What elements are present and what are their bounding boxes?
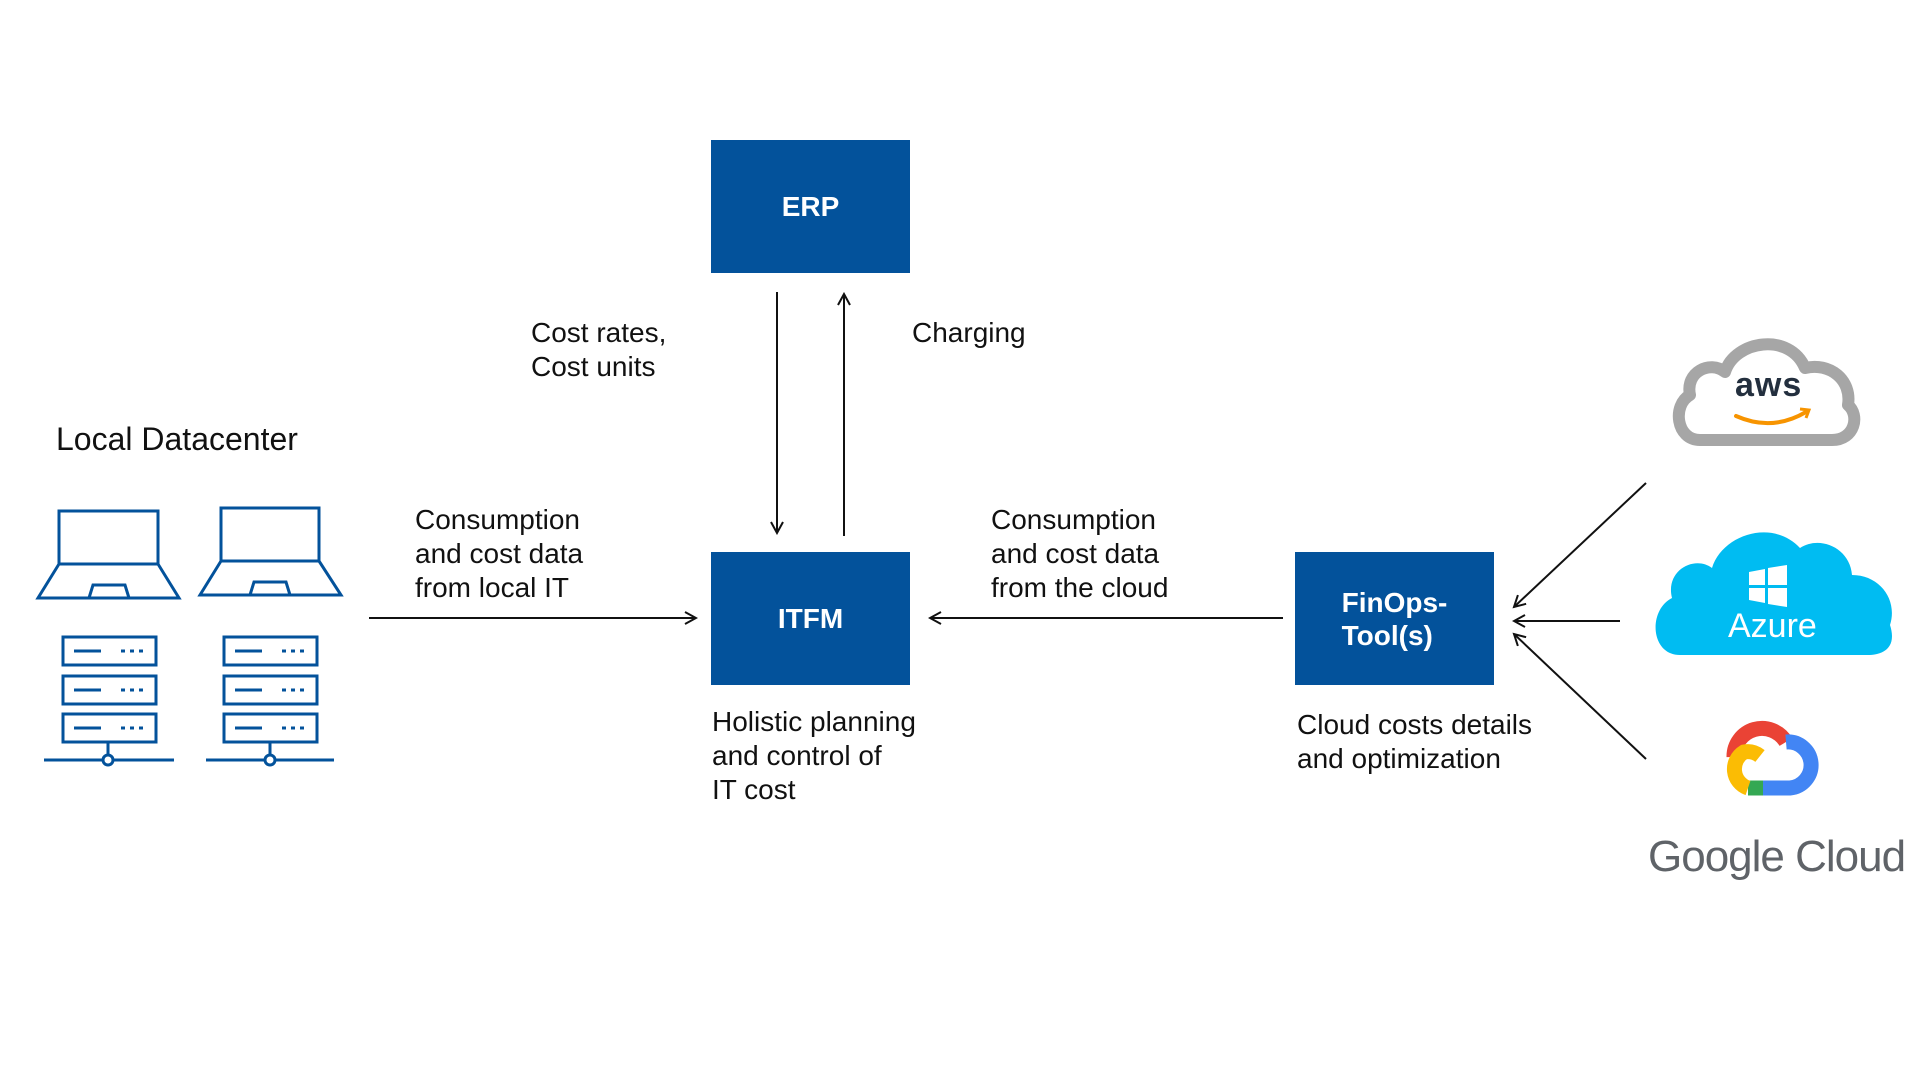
erp-box: ERP [711, 140, 910, 273]
finops-label-line1: FinOps- [1341, 586, 1448, 618]
google-cloud-icon [1726, 720, 1819, 796]
cost-rates-label: Cost rates, Cost units [531, 316, 666, 384]
cloud-flow-label: Consumption and cost data from the cloud [991, 503, 1168, 605]
local-flow-line: from local IT [415, 572, 570, 603]
cost-units-line: Cost units [531, 351, 656, 382]
itfm-box: ITFM [711, 552, 910, 685]
google-cloud-logo-text: Google Cloud [1648, 832, 1906, 881]
cost-rates-line: Cost rates, [531, 317, 667, 348]
arrow-google-to-finops [1514, 634, 1647, 760]
azure-logo-text: Azure [1728, 607, 1817, 645]
local-datacenter-title: Local Datacenter [56, 421, 298, 457]
itfm-label: ITFM [777, 602, 844, 634]
charging-label: Charging [912, 317, 1026, 348]
local-flow-line: Consumption [415, 504, 580, 535]
finops-caption-line: and optimization [1297, 743, 1501, 774]
itfm-caption-line: Holistic planning [712, 706, 916, 737]
itfm-caption-line: IT cost [712, 774, 796, 805]
finops-box: FinOps- Tool(s) [1295, 552, 1494, 685]
server-rack-icon [44, 635, 174, 767]
local-flow-label: Consumption and cost data from local IT [415, 503, 583, 605]
finops-caption-line: Cloud costs details [1297, 709, 1533, 740]
cloud-flow-line: and cost data [991, 538, 1160, 569]
cloud-flow-line: from the cloud [991, 572, 1169, 603]
diagram-canvas [35, 292, 1892, 796]
erp-label: ERP [781, 190, 840, 222]
server-rack-icon [206, 635, 334, 767]
aws-logo-text: aws [1735, 366, 1803, 404]
laptop-icon [197, 506, 344, 597]
itfm-caption: Holistic planning and control of IT cost [712, 705, 916, 807]
finops-label-line2: Tool(s) [1341, 619, 1433, 651]
arrow-aws-to-finops [1514, 482, 1647, 607]
cloud-flow-line: Consumption [991, 504, 1156, 535]
finops-caption: Cloud costs details and optimization [1297, 708, 1532, 776]
local-flow-line: and cost data [415, 538, 584, 569]
laptop-icon [35, 509, 182, 600]
itfm-caption-line: and control of [712, 740, 882, 771]
